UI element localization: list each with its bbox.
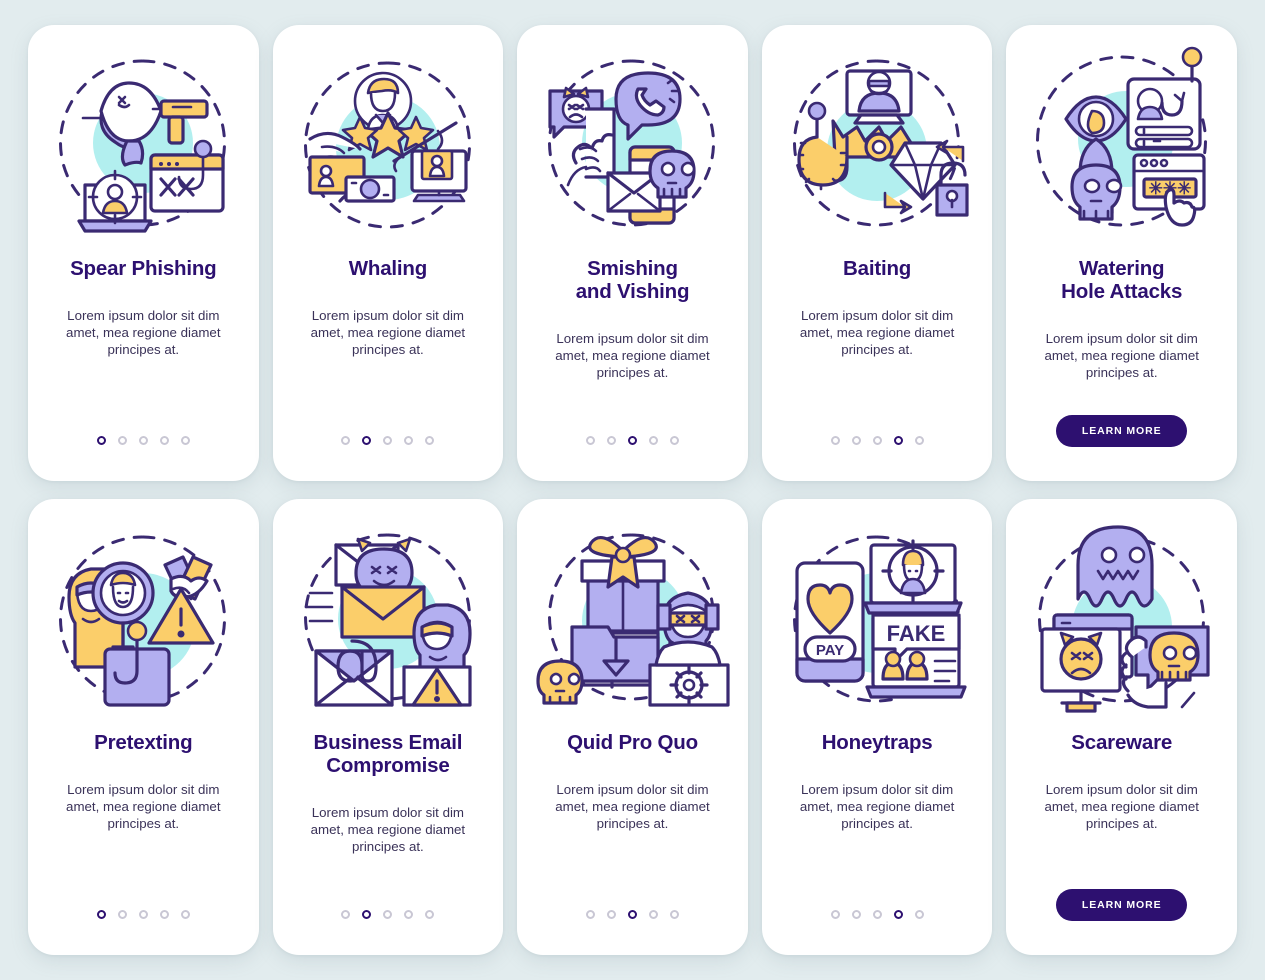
pagination-dots [341, 436, 435, 445]
card-title: Quid Pro Quo [567, 731, 698, 754]
pagination-dot-active[interactable] [893, 436, 903, 445]
pagination-dot[interactable] [341, 910, 351, 919]
pagination-dots [585, 436, 679, 445]
spear-phishing-illustration [43, 43, 243, 248]
smishing-vishing-illustration [532, 43, 732, 248]
pagination-dots [96, 910, 190, 919]
pagination-dot[interactable] [159, 910, 169, 919]
pagination-dot[interactable] [648, 910, 658, 919]
onboarding-card-honeytraps: PAY FAKE Honeytraps Lorem ipsum dolor sit… [761, 499, 993, 955]
pagination-dot[interactable] [159, 436, 169, 445]
onboarding-card-business-email-compromise: Business Email Compromise Lorem ipsum dol… [272, 499, 504, 955]
pagination-dot[interactable] [180, 910, 190, 919]
pagination-dot[interactable] [648, 436, 658, 445]
onboarding-screens-board: Spear Phishing Lorem ipsum dolor sit dim … [0, 0, 1265, 980]
pagination-dot[interactable] [830, 436, 840, 445]
pagination-dot[interactable] [872, 436, 882, 445]
pagination-dot[interactable] [341, 436, 351, 445]
card-description: Lorem ipsum dolor sit dim amet, mea regi… [555, 330, 710, 380]
pagination-dot-active[interactable] [96, 910, 106, 919]
onboarding-card-watering-hole-attacks: ✳✳✳ Watering Hole Attacks Lorem ipsum dol… [1006, 25, 1237, 481]
card-title: Honeytraps [821, 731, 933, 754]
watering-hole-illustration: ✳✳✳ [1022, 43, 1222, 248]
card-description: Lorem ipsum dolor sit dim amet, mea regi… [1044, 330, 1199, 380]
pagination-dot[interactable] [585, 910, 595, 919]
pagination-dot-active[interactable] [627, 910, 637, 919]
pagination-dot[interactable] [851, 910, 861, 919]
card-title: Whaling [348, 257, 428, 280]
onboarding-card-quid-pro-quo: Quid Pro Quo Lorem ipsum dolor sit dim am… [517, 499, 748, 955]
pagination-dot[interactable] [425, 436, 435, 445]
pagination-dot-active[interactable] [627, 436, 637, 445]
pagination-dot-active[interactable] [362, 910, 372, 919]
card-title: Scareware [1071, 731, 1173, 754]
onboarding-card-whaling: Whaling Lorem ipsum dolor sit dim amet, m… [272, 25, 504, 481]
pagination-dot[interactable] [404, 910, 414, 919]
baiting-illustration [777, 43, 977, 248]
card-description: Lorem ipsum dolor sit dim amet, mea regi… [799, 307, 955, 357]
pagination-dot[interactable] [669, 910, 679, 919]
card-description: Lorem ipsum dolor sit dim amet, mea regi… [555, 781, 710, 831]
pagination-dots [341, 910, 435, 919]
pagination-dot-active[interactable] [362, 436, 372, 445]
pagination-dot[interactable] [585, 436, 595, 445]
card-title: Business Email Compromise [313, 731, 463, 777]
pagination-dot[interactable] [404, 436, 414, 445]
scareware-illustration [1022, 517, 1222, 722]
pagination-dot[interactable] [606, 910, 616, 919]
pagination-dot-active[interactable] [96, 436, 106, 445]
learn-more-button[interactable]: LEARN MORE [1055, 415, 1188, 447]
card-description: Lorem ipsum dolor sit dim amet, mea regi… [66, 781, 221, 831]
onboarding-card-smishing-and-vishing: Smishing and Vishing Lorem ipsum dolor si… [517, 25, 748, 481]
pagination-dot[interactable] [383, 436, 393, 445]
pagination-dot[interactable] [117, 436, 127, 445]
pagination-dots [585, 910, 679, 919]
whaling-illustration [288, 43, 488, 248]
card-description: Lorem ipsum dolor sit dim amet, mea regi… [310, 307, 466, 357]
card-title: Baiting [843, 257, 912, 280]
card-title: Pretexting [94, 731, 193, 754]
card-title: Watering Hole Attacks [1061, 257, 1183, 303]
pretexting-illustration [43, 517, 243, 722]
card-title: Smishing and Vishing [575, 257, 690, 303]
svg-text:FAKE: FAKE [887, 621, 946, 646]
honeytraps-illustration: PAY FAKE [777, 517, 977, 722]
onboarding-card-scareware: Scareware Lorem ipsum dolor sit dim amet,… [1006, 499, 1237, 955]
pagination-dot[interactable] [669, 436, 679, 445]
card-description: Lorem ipsum dolor sit dim amet, mea regi… [799, 781, 955, 831]
pagination-dot[interactable] [425, 910, 435, 919]
pagination-dot[interactable] [606, 436, 616, 445]
pagination-dot[interactable] [383, 910, 393, 919]
pagination-dot[interactable] [872, 910, 882, 919]
pagination-dot[interactable] [180, 436, 190, 445]
card-description: Lorem ipsum dolor sit dim amet, mea regi… [1044, 781, 1199, 831]
pagination-dot[interactable] [914, 910, 924, 919]
pagination-dots [96, 436, 190, 445]
pagination-dots [830, 910, 924, 919]
pagination-dots [830, 436, 924, 445]
card-description: Lorem ipsum dolor sit dim amet, mea regi… [66, 307, 221, 357]
onboarding-card-spear-phishing: Spear Phishing Lorem ipsum dolor sit dim … [28, 25, 259, 481]
learn-more-button[interactable]: LEARN MORE [1055, 889, 1188, 921]
pagination-dot[interactable] [830, 910, 840, 919]
onboarding-card-baiting: Baiting Lorem ipsum dolor sit dim amet, m… [761, 25, 993, 481]
card-title: Spear Phishing [70, 257, 217, 280]
onboarding-card-pretexting: Pretexting Lorem ipsum dolor sit dim amet… [28, 499, 259, 955]
business-email-compromise-illustration [288, 517, 488, 722]
pagination-dot[interactable] [117, 910, 127, 919]
card-description: Lorem ipsum dolor sit dim amet, mea regi… [310, 804, 466, 854]
pagination-dot[interactable] [914, 436, 924, 445]
svg-text:PAY: PAY [816, 642, 844, 659]
pagination-dot[interactable] [851, 436, 861, 445]
pagination-dot-active[interactable] [893, 910, 903, 919]
quid-pro-quo-illustration [532, 517, 732, 722]
pagination-dot[interactable] [138, 436, 148, 445]
pagination-dot[interactable] [138, 910, 148, 919]
